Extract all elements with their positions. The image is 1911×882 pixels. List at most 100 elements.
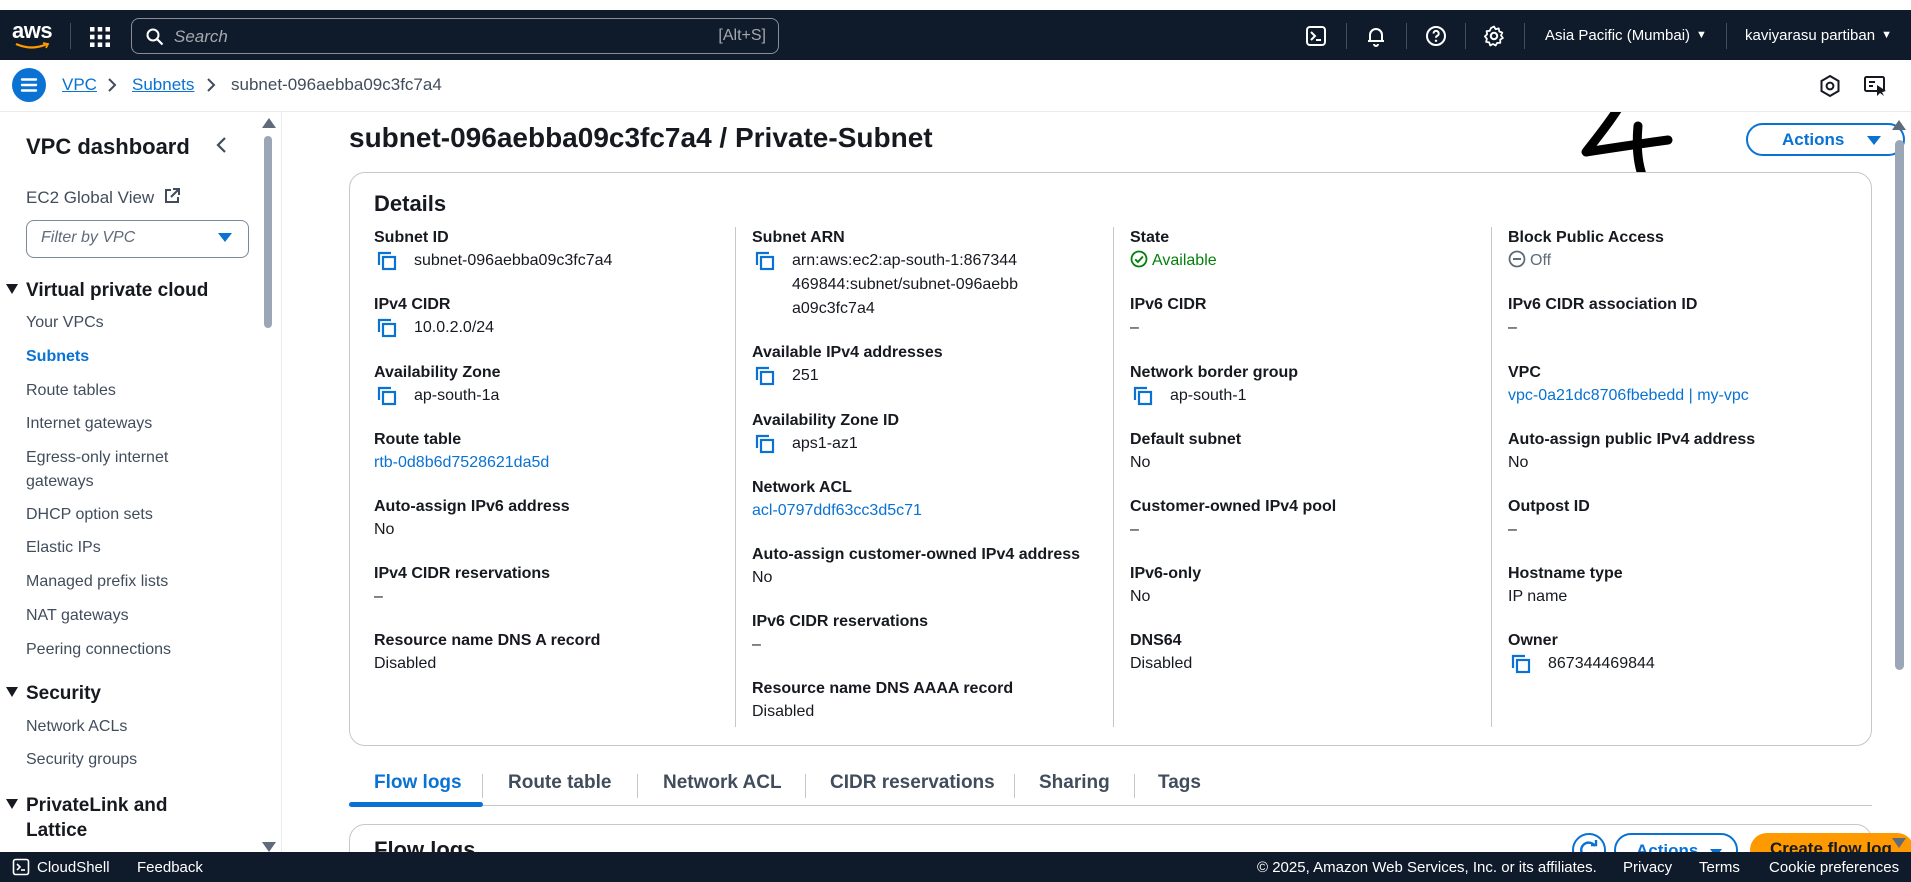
top-navigation: aws [Alt+S] [0,10,1911,60]
collapse-sidebar-icon[interactable] [214,136,230,154]
flow-logs-panel: Flow logs Actions Create flow log [349,824,1911,852]
sidebar-title[interactable]: VPC dashboard [26,134,190,160]
main-scroll-thumb[interactable] [1895,140,1904,670]
refresh-icon [1580,840,1598,852]
services-grid-icon[interactable] [88,25,112,49]
flow-logs-actions-button[interactable]: Actions [1614,833,1738,852]
field-auto-assign-customer-owned-ipv4: Auto-assign customer-owned IPv4 address … [752,546,1081,586]
refresh-button[interactable] [1572,833,1606,852]
tab-sharing[interactable]: Sharing [1039,772,1110,794]
copy-icon[interactable] [1132,385,1154,407]
network-acl-link[interactable]: acl-0797ddf63cc3d5c71 [752,499,1112,523]
sidebar-scrollbar[interactable] [262,118,276,852]
field-ipv6-only: IPv6-only No [1130,565,1202,605]
main-scrollbar[interactable] [1891,112,1907,852]
scroll-down-icon[interactable] [1892,838,1906,848]
sidebar-item-security-groups[interactable]: Security groups [26,748,236,772]
copy-icon[interactable] [754,433,776,455]
tab-divider [1134,774,1135,798]
sidebar-item-managed-prefix-lists[interactable]: Managed prefix lists [26,570,236,594]
notifications-bell-icon[interactable] [1364,24,1388,48]
field-hostname-type: Hostname type IP name [1508,565,1623,605]
vpc-link[interactable]: vpc-0a21dc8706fbebedd | my-vpc [1508,384,1868,408]
help-panel-icon[interactable] [1862,73,1888,99]
breadcrumb-vpc-link[interactable]: VPC [62,75,97,95]
sidebar-item-dhcp-option-sets[interactable]: DHCP option sets [26,503,236,527]
global-search[interactable]: [Alt+S] [131,18,779,54]
tab-network-acl[interactable]: Network ACL [663,772,782,794]
caret-down-icon: ▼ [1696,29,1707,41]
filter-by-vpc-input[interactable] [41,229,201,247]
field-dns-aaaa-record: Resource name DNS AAAA record Disabled [752,680,1014,720]
copy-icon[interactable] [754,250,776,272]
field-availability-zone-id: Availability Zone ID aps1-az1 [752,410,1112,456]
copy-icon[interactable] [376,385,398,407]
scroll-up-icon[interactable] [262,118,276,128]
external-link-icon [164,188,180,203]
sidebar-item-internet-gateways[interactable]: Internet gateways [26,412,236,436]
nav-divider [1524,23,1525,49]
side-nav-toggle-button[interactable] [12,68,46,102]
chevron-right-icon [207,78,216,92]
sidebar-scroll-thumb[interactable] [264,136,272,328]
field-ipv4-cidr-reservations: IPv4 CIDR reservations – [374,565,551,605]
actions-dropdown-button[interactable]: Actions [1746,123,1905,156]
sidebar-item-peering-connections[interactable]: Peering connections [26,638,236,662]
ec2-global-view-link[interactable]: EC2 Global View [26,187,181,208]
create-flow-log-button[interactable]: Create flow log [1750,833,1911,852]
breadcrumb-subnets-link[interactable]: Subnets [132,75,194,95]
tab-tags[interactable]: Tags [1158,772,1201,794]
nav-divider [1346,23,1347,49]
details-panel: Details Subnet ID subnet-096aebba09c3fc7… [349,172,1872,746]
nav-divider [1406,23,1407,49]
chevron-right-icon [108,78,117,92]
breadcrumb-current: subnet-096aebba09c3fc7a4 [231,75,442,94]
cost-hexagon-icon[interactable] [1817,73,1843,99]
field-ipv4-cidr: IPv4 CIDR 10.0.2.0/24 [374,294,734,340]
account-menu[interactable]: kaviyarasu partiban ▼ [1745,27,1892,44]
field-network-acl: Network ACL acl-0797ddf63cc3d5c71 [752,477,1112,523]
tab-divider [805,774,806,798]
scroll-down-icon[interactable] [262,842,276,852]
settings-gear-icon[interactable] [1482,24,1506,48]
field-outpost-id: Outpost ID – [1508,498,1590,538]
copy-icon[interactable] [754,365,776,387]
scroll-up-icon[interactable] [1892,120,1906,130]
field-ipv6-cidr-reservations: IPv6 CIDR reservations – [752,613,929,653]
cloudshell-link[interactable]: CloudShell [37,859,110,876]
tab-cidr-reservations[interactable]: CIDR reservations [830,772,995,794]
active-tab-indicator [349,802,483,807]
field-available-ipv4: Available IPv4 addresses 251 [752,342,1112,388]
sidebar-item-nat-gateways[interactable]: NAT gateways [26,604,236,628]
expand-triangle-icon [6,284,18,294]
feedback-link[interactable]: Feedback [137,859,203,876]
field-customer-owned-ipv4-pool: Customer-owned IPv4 pool – [1130,498,1337,538]
sidebar-item-your-vpcs[interactable]: Your VPCs [26,311,236,335]
field-dns-a-record: Resource name DNS A record Disabled [374,632,601,672]
cloudshell-icon[interactable] [1304,24,1328,48]
search-input[interactable] [174,25,674,49]
sidebar-item-route-tables[interactable]: Route tables [26,379,236,403]
sidebar-item-egress-only-internet-gateways[interactable]: Egress-only internet gateways [26,446,201,494]
sidebar-section-security[interactable]: Security [6,683,101,705]
copy-icon[interactable] [376,250,398,272]
filter-by-vpc-select[interactable] [26,220,249,258]
terms-link[interactable]: Terms [1699,859,1740,876]
cookie-preferences-link[interactable]: Cookie preferences [1769,859,1899,876]
sidebar-item-subnets[interactable]: Subnets [26,345,236,369]
copy-icon[interactable] [376,317,398,339]
copy-icon[interactable] [1510,653,1532,675]
route-table-link[interactable]: rtb-0d8b6d7528621da5d [374,451,734,475]
privacy-link[interactable]: Privacy [1623,859,1672,876]
main-content: subnet-096aebba09c3fc7a4 / Private-Subne… [282,112,1911,852]
region-selector[interactable]: Asia Pacific (Mumbai) ▼ [1545,27,1707,44]
aws-logo[interactable]: aws [12,20,54,52]
tab-route-table[interactable]: Route table [508,772,611,794]
sidebar-section-virtual-private-cloud[interactable]: Virtual private cloud [6,280,208,302]
sidebar-item-elastic-ips[interactable]: Elastic IPs [26,536,236,560]
sidebar-item-network-acls[interactable]: Network ACLs [26,715,236,739]
field-auto-assign-ipv6: Auto-assign IPv6 address No [374,498,570,538]
help-icon[interactable] [1424,24,1448,48]
sidebar-section-privatelink[interactable]: PrivateLink and Lattice [6,793,196,843]
tab-flow-logs[interactable]: Flow logs [374,772,462,794]
